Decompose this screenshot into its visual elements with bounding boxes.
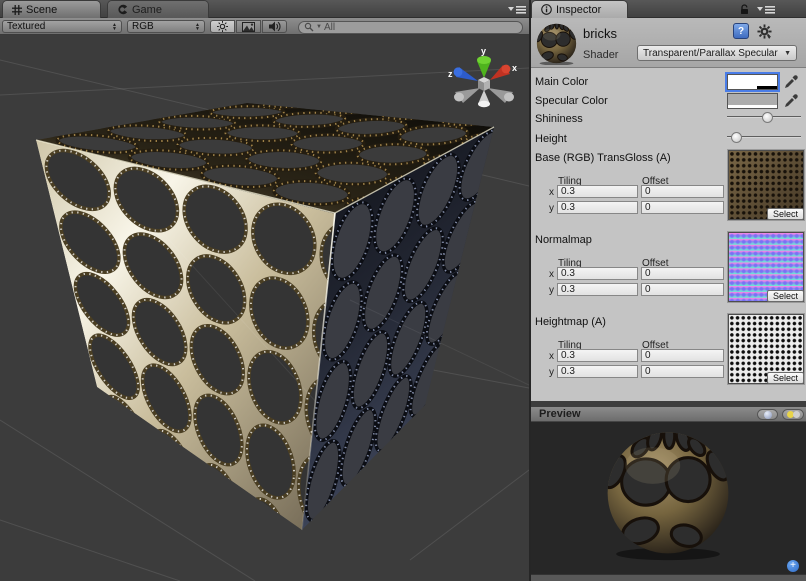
image-icon [242, 22, 255, 32]
tiling-x-field[interactable]: 0.3 [557, 349, 638, 362]
svg-text:x: x [512, 63, 517, 73]
search-placeholder: All [324, 22, 335, 33]
chevron-down-icon: ▼ [784, 50, 791, 57]
skybox-fx-toggle-button[interactable] [236, 20, 261, 33]
texture-section-title: Heightmap (A) [535, 316, 606, 328]
tiling-x-field[interactable]: 0.3 [557, 267, 638, 280]
dropdown-arrows-icon: ▲▼ [191, 23, 200, 31]
offset-x-field[interactable]: 0 [641, 185, 724, 198]
main-color-alpha-fill [728, 86, 757, 89]
inspector-tabbar: Inspector [531, 0, 806, 18]
tab-game[interactable]: Game [108, 1, 208, 18]
specular-color-alpha-fill [728, 105, 777, 108]
sphere-icon [764, 411, 772, 419]
svg-text:y: y [481, 46, 486, 56]
light-off-icon [793, 411, 800, 418]
tab-inspector-label: Inspector [556, 4, 601, 16]
lock-icon[interactable] [739, 4, 750, 15]
x-row-label: x [549, 187, 554, 198]
select-texture-button[interactable]: Select [767, 372, 804, 384]
y-row-label: y [549, 367, 554, 378]
search-filter-caret-icon[interactable]: ▼ [316, 24, 322, 30]
offset-y-field[interactable]: 0 [641, 283, 724, 296]
dropdown-arrows-icon: ▲▼ [108, 23, 117, 31]
specular-color-label: Specular Color [535, 95, 608, 107]
search-icon [304, 22, 314, 32]
tab-scene-label: Scene [26, 4, 57, 16]
select-texture-button[interactable]: Select [767, 208, 804, 220]
textured-cube[interactable] [0, 50, 529, 581]
main-color-swatch[interactable] [727, 74, 778, 90]
material-preview-icon [535, 22, 578, 65]
specular-color-swatch[interactable] [727, 93, 778, 109]
tiling-y-field[interactable]: 0.3 [557, 365, 638, 378]
shininess-label: Shininess [535, 113, 583, 125]
inspector-menu-icon[interactable] [757, 6, 775, 14]
height-label: Height [535, 133, 567, 145]
add-preview-button[interactable]: + [787, 560, 799, 572]
scene-toolbar: Textured ▲▼ RGB ▲▼ [0, 18, 529, 35]
scene-viewport[interactable]: y z x [0, 35, 529, 581]
game-icon [117, 4, 128, 15]
shininess-slider[interactable] [727, 111, 801, 123]
lighting-toggle-button[interactable] [210, 20, 235, 33]
inspector-panel: Inspector bricks Shader Transparent/Para… [531, 0, 806, 581]
preview-title: Preview [539, 408, 581, 420]
shader-label: Shader [583, 49, 618, 61]
render-mode-value: Textured [7, 21, 45, 32]
height-slider[interactable] [727, 131, 801, 143]
offset-y-field[interactable]: 0 [641, 365, 724, 378]
offset-x-field[interactable]: 0 [641, 267, 724, 280]
color-mode-dropdown[interactable]: RGB ▲▼ [127, 20, 205, 33]
x-row-label: x [549, 269, 554, 280]
render-mode-dropdown[interactable]: Textured ▲▼ [2, 20, 122, 33]
slider-thumb[interactable] [731, 132, 742, 143]
color-mode-value: RGB [132, 21, 154, 32]
scene-tabbar: Scene Game [0, 0, 529, 18]
help-button[interactable]: ? [733, 23, 749, 39]
scene-orientation-gizmo[interactable]: y z x [448, 46, 517, 107]
slider-thumb[interactable] [762, 112, 773, 123]
preview-sphere[interactable] [531, 422, 806, 574]
offset-x-field[interactable]: 0 [641, 349, 724, 362]
offset-y-field[interactable]: 0 [641, 201, 724, 214]
y-row-label: y [549, 285, 554, 296]
select-texture-button[interactable]: Select [767, 290, 804, 302]
material-name: bricks [583, 26, 617, 41]
y-row-label: y [549, 203, 554, 214]
material-header: bricks Shader Transparent/Parallax Specu… [531, 18, 806, 68]
info-icon [541, 4, 552, 15]
scene-search-input[interactable]: ▼ All [298, 21, 523, 34]
shader-value: Transparent/Parallax Specular [643, 48, 778, 59]
preview-shape-button[interactable] [757, 409, 778, 420]
tab-game-label: Game [132, 4, 162, 16]
audio-toggle-button[interactable] [262, 20, 287, 33]
main-color-label: Main Color [535, 76, 588, 88]
preview-header[interactable]: Preview [531, 407, 806, 422]
x-row-label: x [549, 351, 554, 362]
tiling-y-field[interactable]: 0.3 [557, 201, 638, 214]
scene-panel-menu-icon[interactable] [508, 6, 526, 14]
gear-menu-button[interactable] [757, 23, 779, 39]
svg-text:z: z [448, 69, 453, 79]
gear-icon [757, 24, 772, 39]
speaker-icon [269, 21, 281, 32]
tab-inspector[interactable]: Inspector [532, 1, 627, 18]
sun-icon [217, 21, 228, 32]
texture-section-title: Normalmap [535, 234, 592, 246]
tiling-x-field[interactable]: 0.3 [557, 185, 638, 198]
texture-section-title: Base (RGB) TransGloss (A) [535, 152, 671, 164]
preview-lighting-button[interactable] [782, 409, 804, 420]
tab-scene[interactable]: Scene [3, 1, 100, 18]
preview-area[interactable]: + [531, 422, 806, 574]
eyedropper-icon[interactable] [783, 74, 799, 90]
shader-dropdown[interactable]: Transparent/Parallax Specular ▼ [637, 45, 797, 61]
scene-grid-icon [12, 5, 22, 15]
tiling-y-field[interactable]: 0.3 [557, 283, 638, 296]
inspector-bottom-strip [531, 574, 806, 581]
eyedropper-icon[interactable] [783, 93, 799, 109]
